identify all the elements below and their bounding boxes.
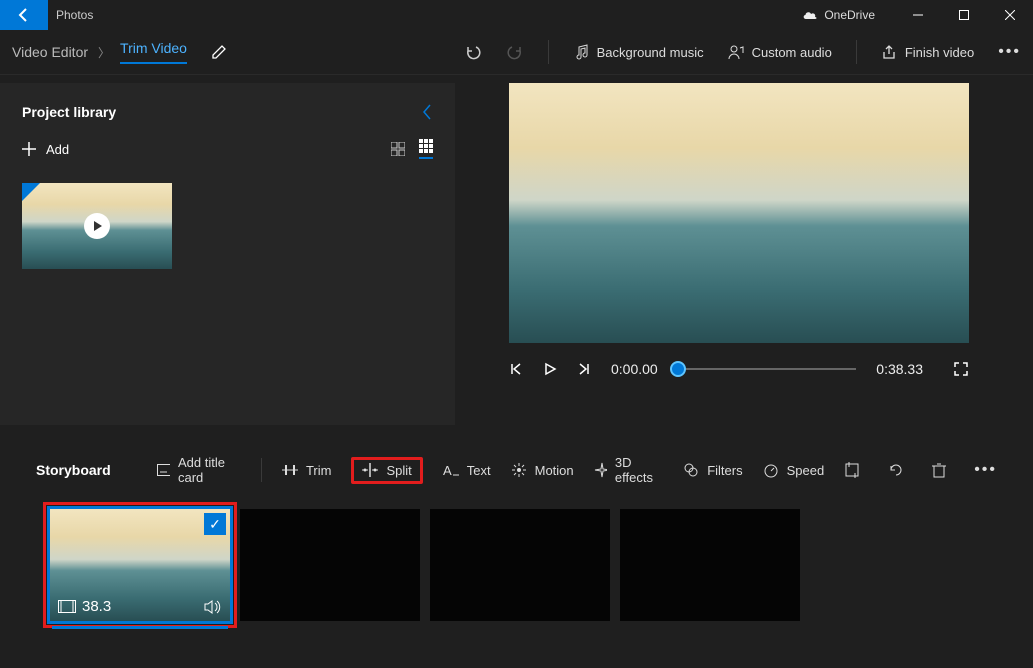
split-icon [362,463,378,477]
more-button[interactable]: ••• [998,43,1021,61]
speed-icon [763,462,779,478]
rename-button[interactable] [211,44,227,60]
next-frame-button[interactable] [577,362,591,376]
collapse-library-button[interactable] [421,103,433,121]
beach-preview [509,83,969,343]
3d-effects-button[interactable]: 3D effects [594,455,664,485]
volume-icon[interactable] [204,600,222,614]
rotate-icon [888,462,904,478]
cloud-icon [802,10,818,20]
storyboard-more-button[interactable]: ••• [974,461,997,479]
play-overlay-icon [84,213,110,239]
back-button[interactable] [0,0,48,30]
storyboard-clip-selected[interactable]: ✓ 38.3 [50,509,230,621]
text-button[interactable]: A Text [443,463,491,478]
divider [261,458,262,482]
trim-icon [282,463,298,477]
plus-icon [22,142,36,156]
divider [856,40,857,64]
current-time: 0:00.00 [611,361,658,377]
motion-icon [511,462,527,478]
finish-video-button[interactable]: Finish video [881,44,974,60]
close-button[interactable] [987,0,1033,30]
storyboard-clip-empty[interactable] [240,509,420,621]
check-icon: ✓ [204,513,226,535]
filters-button[interactable]: Filters [683,462,742,478]
fullscreen-button[interactable] [953,361,969,377]
custom-audio-button[interactable]: Custom audio [728,44,832,60]
storyboard-panel: Storyboard Add title card Trim Split A T… [0,425,1033,621]
library-title: Project library [22,104,116,120]
chevron-right-icon: 〉 [98,44,110,61]
clip-duration: 38.3 [82,598,111,615]
playback-controls: 0:00.00 0:38.33 [509,361,969,377]
text-icon: A [443,463,459,477]
svg-text:A: A [443,463,452,477]
titlebar: Photos OneDrive [0,0,1033,30]
trash-icon [932,462,946,478]
title-card-icon [157,464,170,476]
prev-frame-button[interactable] [509,362,523,376]
sparkle-icon [594,462,607,478]
project-library-panel: Project library Add [0,83,455,425]
trim-button[interactable]: Trim [282,463,332,478]
maximize-button[interactable] [941,0,987,30]
divider [548,40,549,64]
speed-button[interactable]: Speed [763,462,825,478]
rotate-button[interactable] [888,462,904,478]
seek-handle[interactable] [670,361,686,377]
add-title-card-button[interactable]: Add title card [157,455,241,485]
seek-slider[interactable] [678,368,857,370]
person-audio-icon [728,44,744,60]
library-clip-thumbnail[interactable] [22,183,172,269]
breadcrumb-root[interactable]: Video Editor [12,44,88,60]
breadcrumb-toolbar: Video Editor 〉 Trim Video Background mus… [0,30,1033,75]
breadcrumb-current[interactable]: Trim Video [120,40,187,64]
background-music-button[interactable]: Background music [573,44,704,60]
minimize-button[interactable] [895,0,941,30]
corner-marker-icon [22,183,40,201]
total-time: 0:38.33 [876,361,923,377]
add-media-button[interactable]: Add [22,142,69,157]
redo-button[interactable] [506,43,524,61]
undo-button[interactable] [464,43,482,61]
app-title: Photos [56,8,93,22]
film-icon [58,600,76,613]
storyboard-clip-empty[interactable] [430,509,610,621]
filters-icon [683,462,699,478]
view-small-button[interactable] [419,139,433,159]
breadcrumb: Video Editor 〉 Trim Video [12,40,227,64]
view-large-button[interactable] [391,142,405,156]
video-preview[interactable] [509,83,969,343]
storyboard-toolbar: Storyboard Add title card Trim Split A T… [36,455,997,485]
storyboard-clip-empty[interactable] [620,509,800,621]
split-button[interactable]: Split [351,457,422,484]
storyboard-title: Storyboard [36,462,111,478]
storyboard-clips: ✓ 38.3 [36,509,997,621]
motion-button[interactable]: Motion [511,462,574,478]
crop-icon [844,462,860,478]
preview-panel: 0:00.00 0:38.33 [455,75,1033,425]
resize-button[interactable] [844,462,860,478]
onedrive-status[interactable]: OneDrive [802,8,875,22]
music-icon [573,44,589,60]
play-button[interactable] [543,362,557,376]
delete-button[interactable] [932,462,946,478]
export-icon [881,44,897,60]
